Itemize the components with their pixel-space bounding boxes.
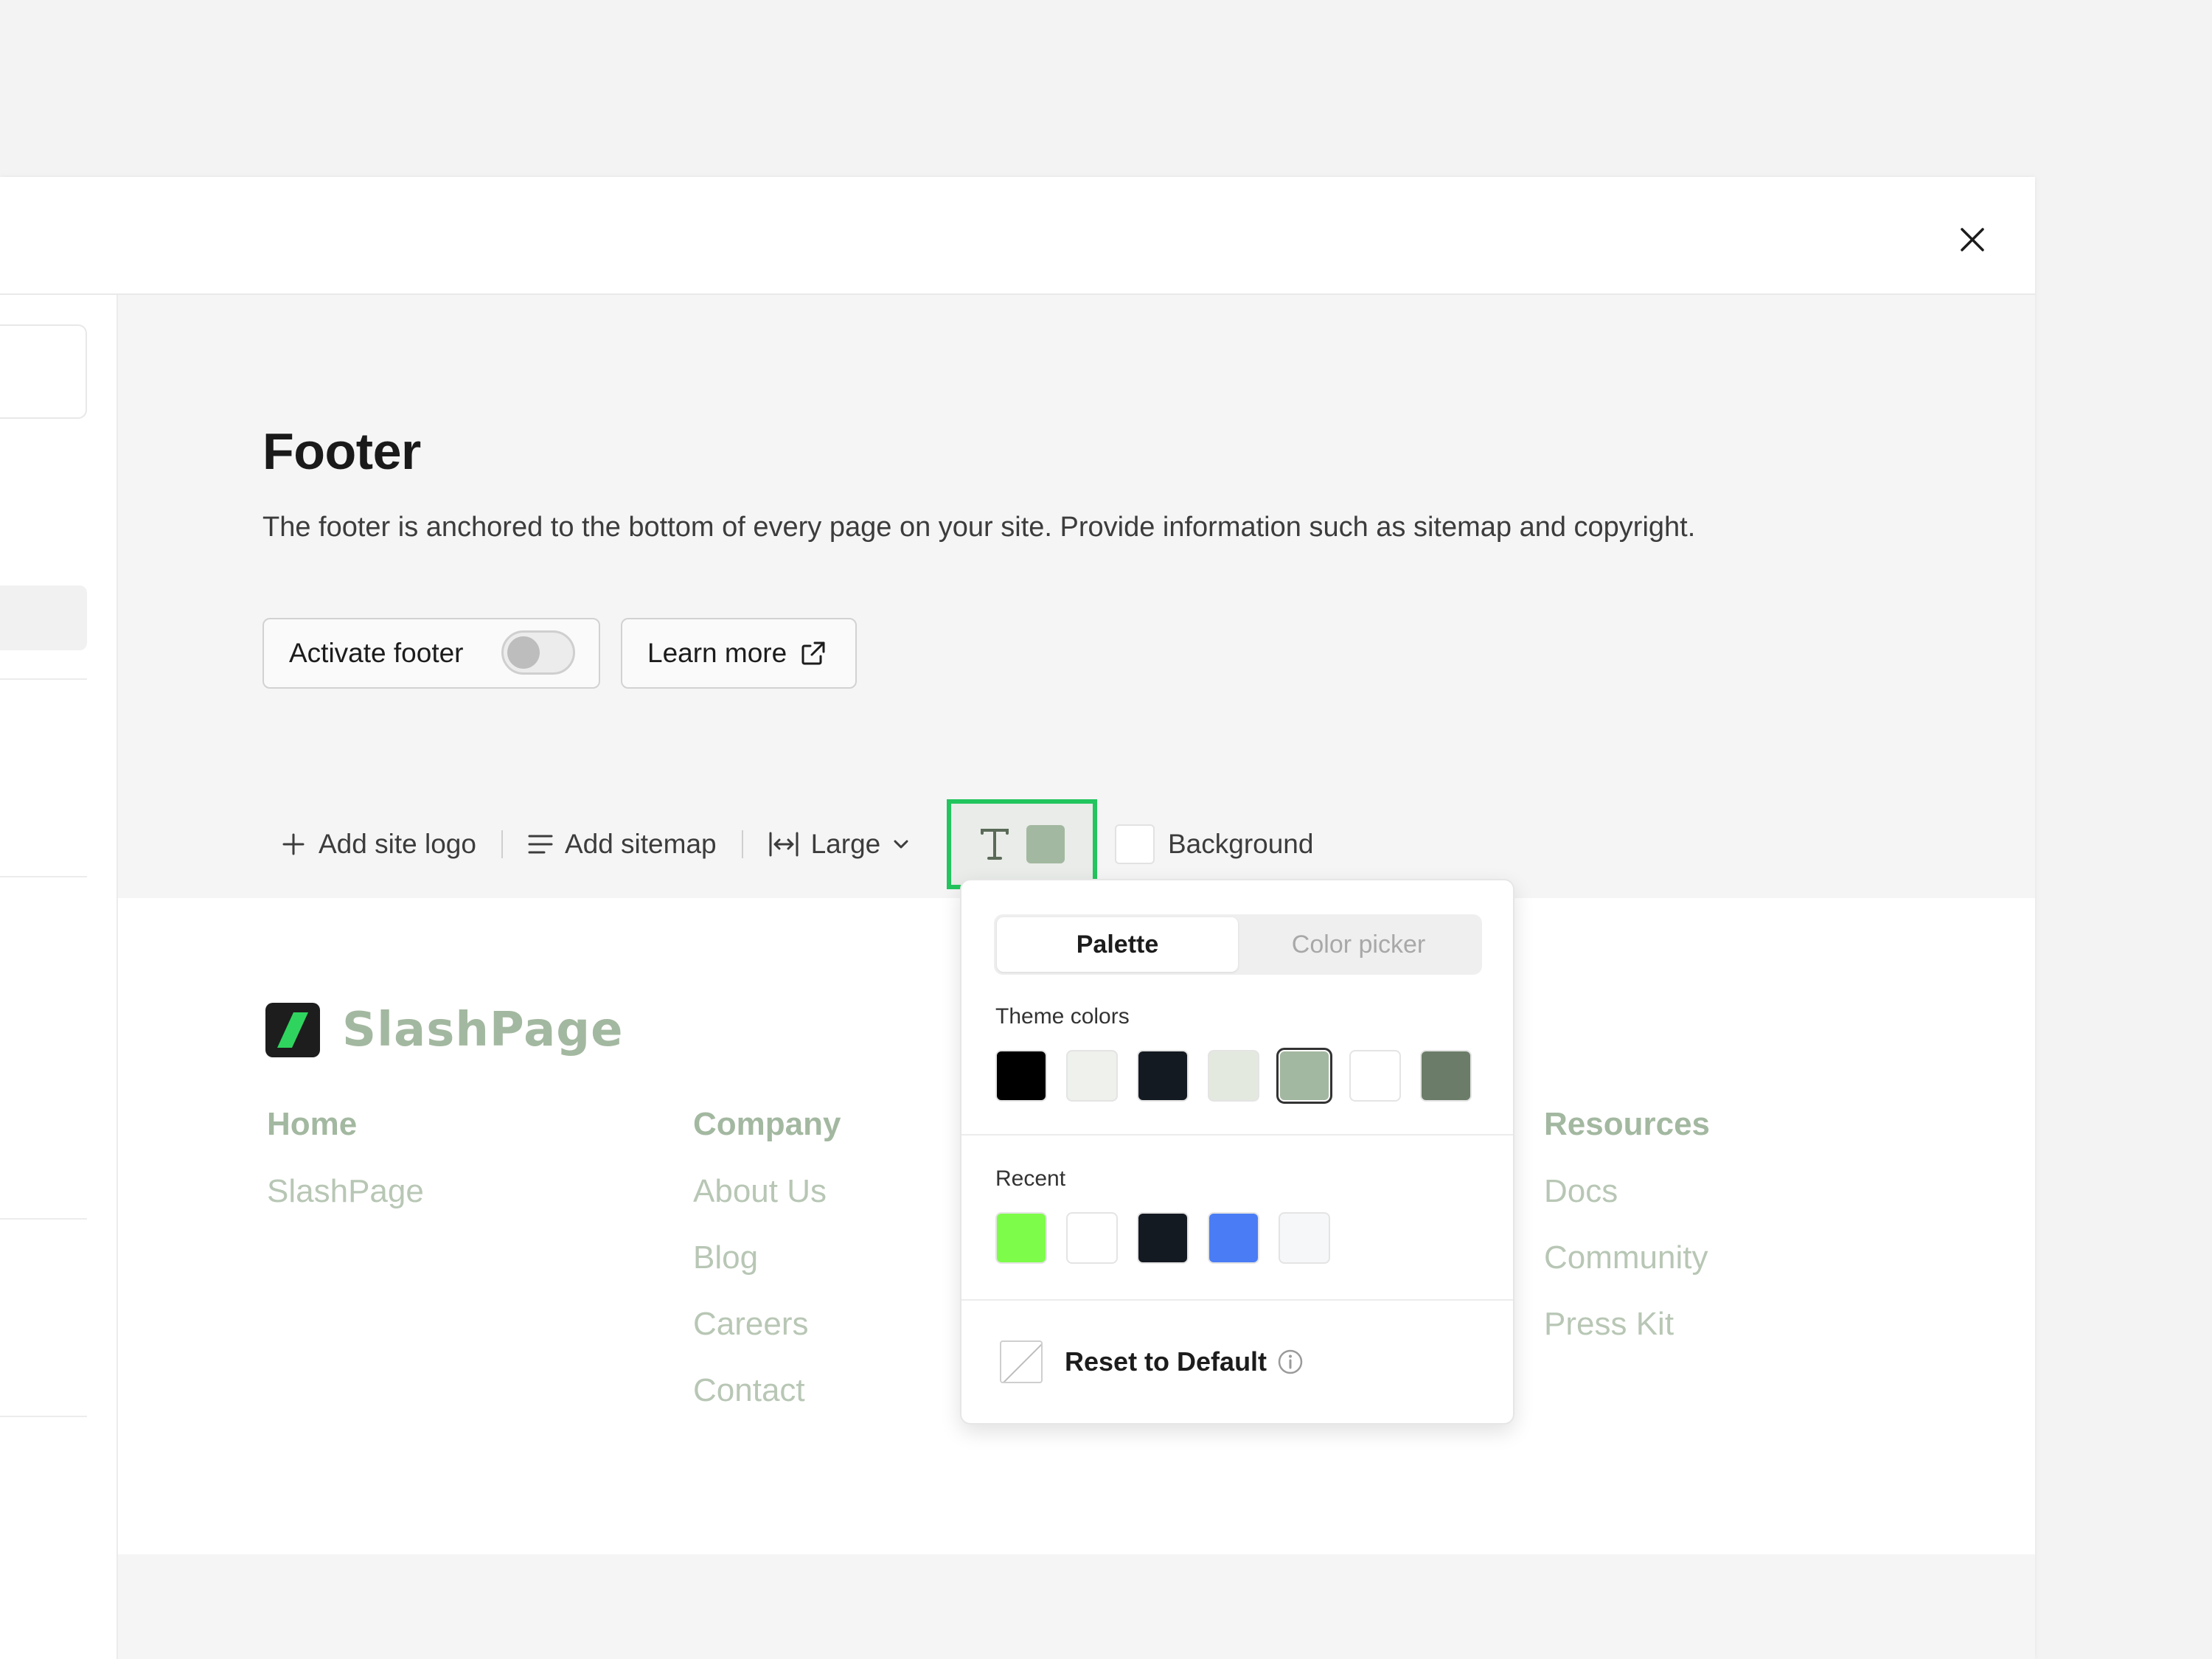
popover-divider: [961, 1134, 1513, 1135]
footer-link[interactable]: Press Kit: [1544, 1302, 1710, 1368]
slashpage-logo-icon: [265, 1003, 320, 1057]
color-swatch[interactable]: [1208, 1050, 1259, 1102]
color-mode-tabs: Palette Color picker: [994, 914, 1482, 975]
footer-column-resources: Resources Docs Community Press Kit: [1544, 1106, 1710, 1368]
reset-label: Reset to Default: [1065, 1346, 1267, 1377]
color-swatch[interactable]: [1420, 1050, 1472, 1102]
color-swatch[interactable]: [1279, 1212, 1330, 1264]
plus-icon: [282, 833, 305, 855]
activate-footer-toggle-button[interactable]: Activate footer: [262, 618, 600, 689]
color-swatch[interactable]: [995, 1212, 1047, 1264]
color-swatch[interactable]: [1137, 1050, 1189, 1102]
activate-footer-label: Activate footer: [289, 638, 464, 668]
color-swatch[interactable]: [1066, 1212, 1118, 1264]
recent-colors-row: [995, 1212, 1330, 1264]
sidebar-search-box[interactable]: [0, 324, 87, 419]
close-button[interactable]: [1947, 214, 1998, 265]
color-swatch[interactable]: [1349, 1050, 1401, 1102]
popover-divider: [961, 1299, 1513, 1301]
theme-colors-label: Theme colors: [995, 1004, 1130, 1029]
sidebar-divider: [0, 1416, 87, 1417]
footer-link[interactable]: Blog: [693, 1236, 841, 1302]
recent-colors-label: Recent: [995, 1166, 1066, 1191]
footer-column-title: Resources: [1544, 1106, 1711, 1142]
text-type-icon: [981, 829, 1009, 860]
toolbar-separator: [741, 830, 743, 858]
width-icon: [769, 832, 799, 857]
footer-link[interactable]: Contact: [693, 1368, 841, 1435]
tab-palette[interactable]: Palette: [997, 917, 1238, 972]
footer-link[interactable]: Docs: [1544, 1169, 1710, 1236]
sidebar-divider: [0, 1218, 87, 1220]
add-site-logo-button[interactable]: Add site logo: [262, 829, 476, 860]
sidebar: [0, 295, 118, 1659]
color-swatch[interactable]: [995, 1050, 1047, 1102]
menu-lines-icon: [528, 835, 553, 854]
footer-column-home: Home SlashPage: [267, 1106, 424, 1236]
info-icon: [1278, 1349, 1303, 1374]
modal-header: [0, 177, 2035, 295]
background-color-swatch: [1115, 824, 1155, 864]
footer-link[interactable]: Community: [1544, 1236, 1710, 1302]
text-color-button[interactable]: [947, 799, 1097, 889]
color-swatch[interactable]: [1208, 1212, 1259, 1264]
sidebar-divider: [0, 678, 87, 680]
footer-column-company: Company About Us Blog Careers Contact: [693, 1106, 841, 1435]
footer-column-title: Company: [693, 1106, 841, 1142]
background-color-button[interactable]: Background: [1115, 804, 1313, 885]
footer-link[interactable]: SlashPage: [267, 1169, 424, 1236]
add-site-logo-label: Add site logo: [319, 829, 476, 859]
theme-colors-row: [995, 1048, 1472, 1104]
toolbar-separator: [501, 830, 503, 858]
learn-more-label: Learn more: [647, 638, 787, 668]
close-icon: [1961, 228, 1984, 251]
color-swatch[interactable]: [1276, 1048, 1332, 1104]
color-swatch[interactable]: [1066, 1050, 1118, 1102]
text-color-swatch: [1026, 825, 1065, 863]
reset-to-default-button[interactable]: Reset to Default: [1000, 1340, 1304, 1383]
background-label: Background: [1168, 829, 1314, 859]
footer-link[interactable]: About Us: [693, 1169, 841, 1236]
text-color-popover: Palette Color picker Theme colors Recent…: [960, 879, 1514, 1425]
page-title: Footer: [262, 422, 421, 480]
add-sitemap-button[interactable]: Add sitemap: [528, 829, 717, 860]
footer-logo: SlashPage: [265, 1003, 623, 1057]
footer-column-title: Home: [267, 1106, 358, 1142]
learn-more-button[interactable]: Learn more: [621, 618, 857, 689]
external-link-icon: [801, 641, 825, 665]
no-color-icon: [1000, 1340, 1043, 1383]
sidebar-divider: [0, 876, 87, 877]
chevron-down-icon: [894, 840, 908, 849]
tab-color-picker[interactable]: Color picker: [1238, 917, 1479, 972]
size-value: Large: [810, 829, 881, 859]
color-swatch[interactable]: [1137, 1212, 1189, 1264]
size-dropdown[interactable]: Large: [768, 829, 911, 860]
add-sitemap-label: Add sitemap: [564, 829, 717, 859]
brand-name: SlashPage: [342, 1003, 624, 1057]
footer-link[interactable]: Careers: [693, 1302, 841, 1368]
page-description: The footer is anchored to the bottom of …: [262, 512, 1696, 543]
toggle-knob: [507, 636, 540, 669]
footer-toolbar: Add site logo Add sitemap Large Backgrou…: [262, 799, 1313, 889]
sidebar-item-active[interactable]: [0, 585, 87, 650]
activate-footer-switch[interactable]: [501, 630, 575, 675]
